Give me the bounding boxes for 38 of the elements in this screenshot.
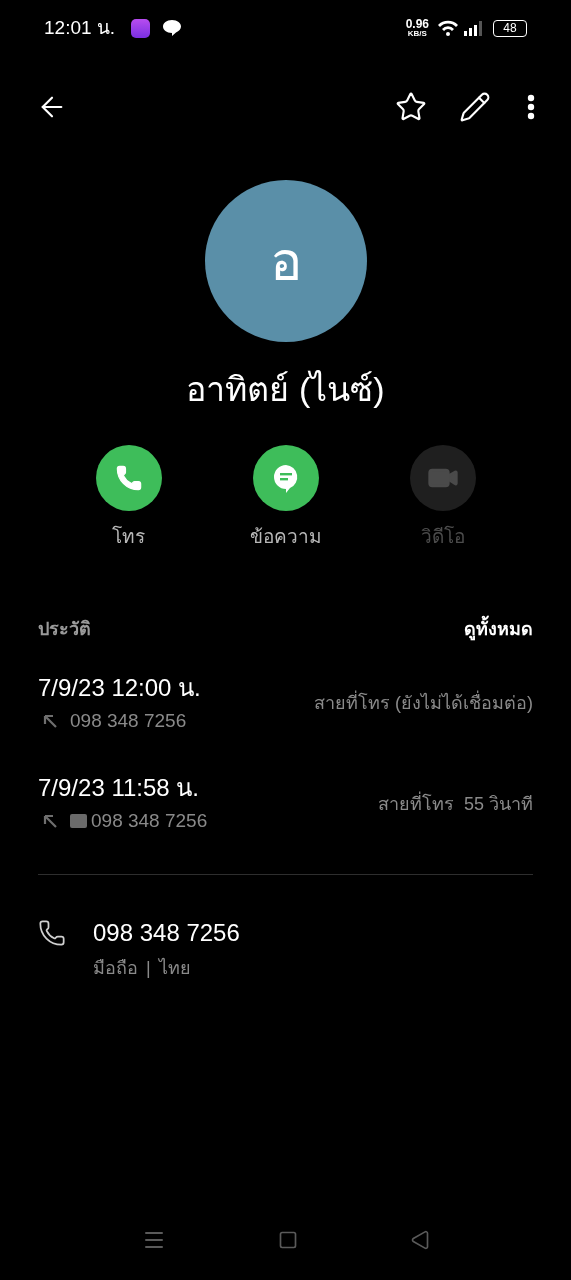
signal-icon	[463, 20, 485, 36]
call-number: 098 348 7256	[70, 708, 187, 733]
phone-number-row[interactable]: 098 348 7256 มือถือ | ไทย	[0, 874, 571, 982]
see-all-link[interactable]: ดูทั้งหมด	[464, 615, 533, 643]
phone-number: 098 348 7256	[93, 917, 240, 948]
phone-icon	[38, 918, 66, 947]
contact-avatar: อ	[204, 180, 367, 342]
wifi-icon	[437, 20, 459, 36]
outgoing-call-icon	[42, 813, 58, 830]
outgoing-call-icon	[42, 712, 58, 729]
status-time: 12:01 น.	[44, 15, 116, 40]
number-region: ไทย	[158, 956, 191, 980]
chat-bubble-icon	[162, 19, 183, 37]
more-options-icon	[527, 94, 535, 120]
battery-indicator: 48	[493, 19, 527, 37]
phone-icon	[114, 464, 143, 492]
call-status: สายที่โทร 55 วินาที	[377, 790, 533, 816]
favorite-star-button[interactable]	[395, 91, 427, 123]
call-datetime: 7/9/23 12:00 น.	[38, 672, 201, 703]
chat-bubble-icon	[271, 463, 300, 493]
call-datetime: 7/9/23 11:58 น.	[38, 773, 200, 803]
call-log-row[interactable]: 7/9/23 12:00 น. 098 348 7256 สายที่โทร (ยังไม่ได้เชื่อมต่อ)	[0, 642, 571, 743]
contact-name: อาทิตย์ (ไนซ์)	[185, 369, 386, 410]
back-nav-button[interactable]	[409, 1230, 430, 1250]
contact-action-button[interactable]: ข้อความ	[207, 445, 364, 552]
separator: |	[146, 956, 151, 980]
contact-action-button[interactable]: โทร	[50, 445, 207, 552]
home-button[interactable]	[277, 1230, 298, 1250]
app-notification-icon	[131, 18, 151, 38]
speed-unit: KB/S	[407, 30, 427, 38]
call-number: 098 348 7256	[91, 809, 208, 833]
network-speed: 0.96	[405, 18, 429, 30]
edit-button[interactable]	[459, 91, 491, 123]
more-options-button[interactable]	[527, 94, 535, 120]
section-title: ประวัติ	[38, 617, 91, 641]
call-status: สายที่โทร (ยังไม่ได้เชื่อมต่อ)	[314, 690, 533, 718]
call-log-row[interactable]: 7/9/23 11:58 น. 098 348 7256 สายที่โทร 55 วินาที	[0, 743, 571, 844]
number-type: มือถือ	[93, 956, 138, 980]
